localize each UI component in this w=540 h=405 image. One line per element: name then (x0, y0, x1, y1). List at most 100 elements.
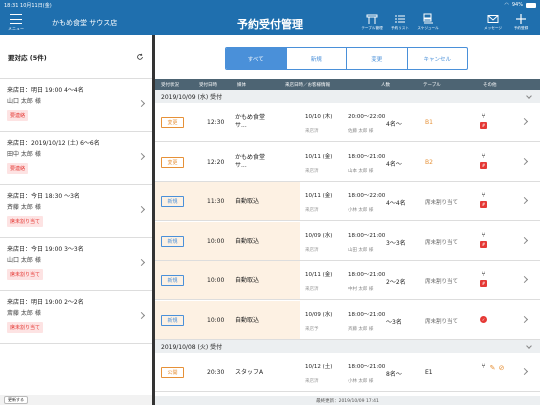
customer-name: 山田 太郎 様 (348, 247, 374, 253)
card-customer: 田中 太郎 様 (7, 151, 41, 158)
tab-all[interactable]: すべて (226, 48, 287, 69)
chevron-down-icon (526, 343, 532, 349)
other-icons: ⑂ # (480, 231, 512, 252)
col-table: テーブル (423, 83, 441, 88)
party-size: 8名〜 (386, 371, 402, 378)
customer-name: 小林 太郎 様 (348, 379, 374, 384)
visit-time-range: 18:00〜21:00 (348, 153, 386, 160)
hashtag-icon: # (480, 280, 487, 287)
visit-status: 来店予 (305, 326, 319, 332)
date-group-header[interactable]: 2019/10/08 (火) 受付 (155, 340, 540, 353)
chevron-right-icon (520, 367, 529, 376)
visit-status: 来店済 (305, 287, 319, 292)
visit-date: 10/12 (土) (305, 364, 333, 370)
chevron-right-icon (520, 117, 529, 126)
table-assignment: E1 (425, 369, 433, 376)
card-customer: 斎藤 太郎 様 (7, 310, 41, 317)
received-time: 10:00 (207, 237, 225, 245)
media: かもめ食堂 サ... (235, 114, 266, 129)
reservation-row[interactable]: 変更 12:30 かもめ食堂 サ... 10/10 (木) 来店済 20:00〜… (155, 103, 540, 142)
fork-icon: ⑂ (481, 270, 486, 278)
chevron-down-icon (526, 93, 532, 99)
reservation-row[interactable]: 新規 11:30 自動取込 10/11 (金) 来店済 18:00〜22:00 … (155, 182, 540, 221)
visit-date: 10/10 (木) (305, 114, 333, 120)
party-size: 4〜4名 (386, 200, 406, 207)
reservation-row[interactable]: 新規 10:00 自動取込 10/09 (水) 来店予 18:00〜21:00 … (155, 300, 540, 340)
other-icons: ⑂ # (480, 271, 512, 291)
status-badge: 新規 (161, 196, 184, 207)
status-time: 18:31 (4, 2, 19, 9)
refresh-icon[interactable] (136, 53, 144, 61)
list-icon (395, 15, 405, 23)
other-icons: ⑂ # (480, 192, 512, 212)
customer-name: 佐藤 太郎 様 (348, 129, 374, 134)
visit-time-range: 18:00〜21:00 (348, 272, 386, 278)
table-management-button[interactable]: テーブル管理 (358, 13, 386, 33)
table-assignment: B1 (425, 119, 433, 126)
reservation-row[interactable]: 新規 10:00 自動取込 10/11 (金) 来店済 18:00〜21:00 … (155, 261, 540, 300)
menu-label: メニュー (8, 26, 24, 31)
menu-button[interactable]: メニュー (6, 13, 26, 33)
table-assignment: 席未割り当て (425, 279, 459, 285)
app-header: メニュー かもめ食堂 サウス店 予約受付管理 テーブル管理 予約リスト スケジュ… (0, 10, 540, 35)
hamburger-icon (10, 14, 22, 24)
col-status: 受付状況 (161, 83, 179, 88)
visit-date: 10/11 (金) (305, 272, 333, 278)
table-header: 受付状況 受付日時 媒体 来店日時／お客様情報 人数 テーブル その他 (155, 79, 540, 90)
card-customer: 山口 太郎 様 (7, 98, 41, 105)
card-badge: 要連絡 (7, 163, 29, 174)
reservation-row[interactable]: 新規 10:00 自動取込 10/09 (水) 来店済 18:00〜21:00 … (155, 221, 540, 261)
visit-time-range: 20:00〜22:00 (348, 114, 386, 120)
last-updated: 最終更新：2019/10/09 17:41 (155, 396, 540, 405)
add-reservation-button[interactable]: 予約登録 (507, 13, 535, 33)
status-badge: 変更 (161, 156, 184, 168)
date-group-header[interactable]: 2019/10/09 (水) 受付 (155, 90, 540, 103)
no-smoking-icon: ⊘ (498, 364, 505, 372)
left-footer: 更新する (0, 395, 152, 405)
shop-name: かもめ食堂 サウス店 (52, 19, 118, 27)
reservation-list-button[interactable]: 予約リスト (386, 13, 414, 33)
table-icon (366, 14, 378, 24)
attention-card[interactable]: 来店日：2019/10/12 (土) 6〜6名 田中 太郎 様 要連絡 (0, 132, 152, 185)
plus-icon (516, 14, 526, 24)
card-visit: 来店日：今日 18:30 〜3名 (7, 193, 80, 200)
chevron-right-icon (520, 315, 529, 323)
schedule-button[interactable]: スケジュール (414, 13, 442, 33)
update-button[interactable]: 更新する (4, 396, 28, 404)
fork-icon: ⑂ (481, 191, 486, 199)
reservation-row[interactable]: 変更 12:20 かもめ食堂 サ... 10/11 (金) 来店済 18:00〜… (155, 143, 540, 182)
tab-cancel[interactable]: キャンセル (408, 48, 468, 69)
reservation-list-label: 予約リスト (391, 26, 409, 30)
col-people: 人数 (381, 83, 390, 88)
party-size: 4名〜 (386, 121, 402, 128)
chevron-right-icon (520, 157, 529, 165)
attention-card[interactable]: 来店日：明日 19:00 2〜2名 斎藤 太郎 様 席未割り当て (0, 291, 152, 344)
attention-card[interactable]: 来店日：今日 19:00 3〜3名 山口 太郎 様 席未割り当て (0, 238, 152, 291)
message-label: メッセージ (484, 26, 502, 30)
wifi-icon: ◠ (504, 2, 509, 8)
col-visit: 来店日時／お客様情報 (285, 83, 330, 88)
tab-new[interactable]: 新規 (287, 48, 347, 69)
other-icons: ⑂ # (480, 113, 512, 133)
visit-time-range: 18:00〜22:00 (348, 193, 386, 199)
schedule-label: スケジュール (417, 26, 439, 30)
attention-card[interactable]: 来店日：明日 19:00 4〜4名 山口 太郎 様 要連絡 (0, 79, 152, 132)
card-customer: 山口 太郎 様 (7, 257, 41, 264)
card-badge: 席未割り当て (7, 322, 44, 333)
received-time: 10:00 (207, 277, 225, 284)
party-size: 3〜3名 (386, 239, 406, 247)
message-button[interactable]: メッセージ (479, 13, 507, 33)
tab-change[interactable]: 変更 (347, 48, 408, 69)
reservation-row[interactable]: 公開 20:30 スタッフA 10/12 (土) 来店済 18:00〜21:00… (155, 353, 540, 392)
received-time: 12:20 (207, 158, 225, 166)
customer-name: 中村 太郎 様 (348, 287, 374, 292)
customer-name: 小林 太郎 様 (348, 208, 374, 213)
filter-tabs: すべて 新規 変更 キャンセル (225, 47, 468, 70)
received-time: 11:30 (207, 198, 225, 205)
status-bar: 18:31 10月11日(金) ◠ 94% (0, 0, 540, 10)
visit-date: 10/11 (金) (305, 153, 333, 160)
fork-icon: ⑂ (481, 151, 486, 160)
attention-card[interactable]: 来店日：今日 18:30 〜3名 斉藤 太郎 様 席未割り当て (0, 185, 152, 238)
status-badge: 変更 (161, 117, 184, 128)
attention-panel: 要対応 (5件) 来店日：明日 19:00 4〜4名 山口 太郎 様 要連絡 来… (0, 35, 152, 405)
